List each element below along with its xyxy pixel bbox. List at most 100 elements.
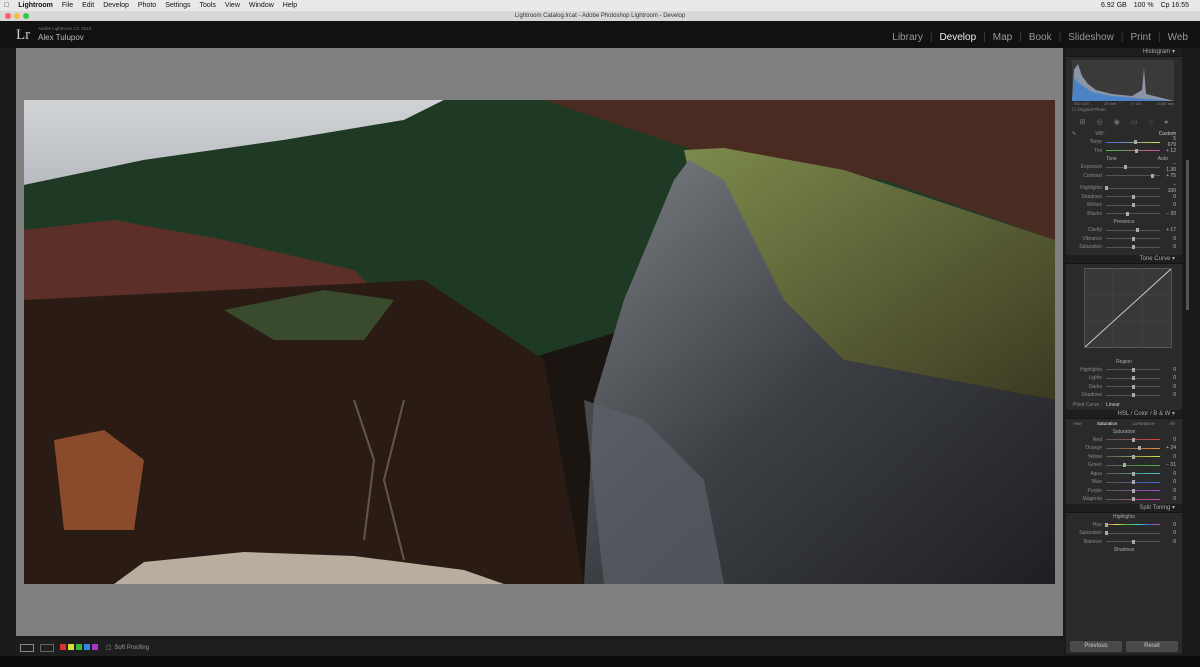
minimize-window-button[interactable] xyxy=(14,13,20,19)
hsl-header[interactable]: HSL / Color / B & W ▾ xyxy=(1066,409,1182,419)
red-eye-icon[interactable]: ◉ xyxy=(1114,118,1120,126)
highlights-slider[interactable]: Highlights − 100 xyxy=(1066,182,1182,194)
menu-view[interactable]: View xyxy=(225,2,240,9)
hsl-handle[interactable] xyxy=(1131,497,1135,502)
hsl-row-value[interactable]: 0 xyxy=(1164,471,1176,477)
hsl-magenta-slider[interactable]: Magenta 0 xyxy=(1066,495,1182,504)
hsl-handle[interactable] xyxy=(1137,446,1141,451)
temp-slider[interactable]: Temp 5 679 xyxy=(1066,136,1182,148)
module-book[interactable]: Book xyxy=(1019,32,1052,43)
battery-status[interactable]: 100 % xyxy=(1134,2,1154,9)
contrast-handle[interactable] xyxy=(1151,173,1155,178)
split-balance-slider[interactable]: Balance 0 xyxy=(1066,538,1182,547)
tone-curve-graph[interactable] xyxy=(1084,267,1172,348)
saturation-handle[interactable] xyxy=(1131,245,1135,250)
hsl-handle[interactable] xyxy=(1123,463,1127,468)
previous-button[interactable]: Previous xyxy=(1070,641,1122,652)
color-label-swatch[interactable] xyxy=(68,644,74,650)
histogram-graph[interactable] xyxy=(1072,60,1174,101)
crop-tool-icon[interactable]: ⊞ xyxy=(1080,118,1086,126)
menu-help[interactable]: Help xyxy=(283,2,297,9)
hsl-row-value[interactable]: 0 xyxy=(1164,437,1176,443)
curve-darks-handle[interactable] xyxy=(1131,384,1135,389)
split-saturation-slider[interactable]: Saturation 0 xyxy=(1066,529,1182,538)
loupe-view-icon[interactable] xyxy=(20,644,34,652)
curve-lights-handle[interactable] xyxy=(1131,376,1135,381)
spot-removal-icon[interactable]: ◎ xyxy=(1097,118,1103,126)
original-photo-checkbox[interactable]: ☐ Original Photo xyxy=(1066,107,1182,115)
menu-develop[interactable]: Develop xyxy=(103,2,129,9)
temp-handle[interactable] xyxy=(1134,140,1138,145)
tab-luminance[interactable]: Luminance xyxy=(1132,419,1154,428)
apple-icon[interactable]:  xyxy=(4,2,9,9)
curve-shadows-slider[interactable]: Shadows 0 xyxy=(1066,391,1182,400)
graduated-filter-icon[interactable]: ▭ xyxy=(1131,118,1138,126)
curve-highlights-slider[interactable]: Highlights 0 xyxy=(1066,366,1182,375)
tab-all[interactable]: All xyxy=(1169,419,1174,428)
module-map[interactable]: Map xyxy=(983,32,1012,43)
whites-handle[interactable] xyxy=(1131,203,1135,208)
hsl-yellow-slider[interactable]: Yellow 0 xyxy=(1066,453,1182,462)
reset-button[interactable]: Reset xyxy=(1126,641,1178,652)
curve-lights-value[interactable]: 0 xyxy=(1164,375,1176,381)
menu-file[interactable]: File xyxy=(62,2,73,9)
whites-slider[interactable]: Whites 0 xyxy=(1066,201,1182,210)
hsl-handle[interactable] xyxy=(1131,488,1135,493)
hsl-aqua-slider[interactable]: Aqua 0 xyxy=(1066,470,1182,479)
menu-tools[interactable]: Tools xyxy=(199,2,215,9)
adjustment-brush-icon[interactable]: ● xyxy=(1164,119,1168,126)
split-hue-value[interactable]: 0 xyxy=(1164,522,1176,528)
tone-curve-header[interactable]: Tone Curve ▾ xyxy=(1066,254,1182,264)
contrast-slider[interactable]: Contrast + 75 xyxy=(1066,172,1182,181)
blacks-slider[interactable]: Blacks − 20 xyxy=(1066,210,1182,219)
point-curve-select[interactable]: Linear xyxy=(1106,402,1120,408)
hsl-red-slider[interactable]: Red 0 xyxy=(1066,436,1182,445)
right-panel-scrollbar[interactable] xyxy=(1186,160,1189,310)
module-print[interactable]: Print xyxy=(1121,32,1151,43)
clarity-value[interactable]: + 17 xyxy=(1164,227,1176,233)
hsl-orange-slider[interactable]: Orange + 24 xyxy=(1066,444,1182,453)
hsl-row-value[interactable]: 0 xyxy=(1164,488,1176,494)
photo-preview[interactable] xyxy=(24,100,1055,584)
module-develop[interactable]: Develop xyxy=(930,32,976,43)
menu-window[interactable]: Window xyxy=(249,2,274,9)
menu-edit[interactable]: Edit xyxy=(82,2,94,9)
module-web[interactable]: Web xyxy=(1158,32,1188,43)
zoom-window-button[interactable] xyxy=(23,13,29,19)
curve-darks-value[interactable]: 0 xyxy=(1164,384,1176,390)
highlights-handle[interactable] xyxy=(1104,186,1108,191)
curve-highlights-handle[interactable] xyxy=(1131,367,1135,372)
radial-filter-icon[interactable]: ○ xyxy=(1149,119,1153,126)
histogram-header[interactable]: Histogram ▾ xyxy=(1066,48,1182,57)
module-slideshow[interactable]: Slideshow xyxy=(1059,32,1114,43)
curve-darks-slider[interactable]: Darks 0 xyxy=(1066,383,1182,392)
shadows-value[interactable]: 0 xyxy=(1164,194,1176,200)
app-menu[interactable]: Lightroom xyxy=(18,2,53,9)
split-saturation-value[interactable]: 0 xyxy=(1164,530,1176,536)
menu-settings[interactable]: Settings xyxy=(165,2,190,9)
filmstrip-collapsed[interactable] xyxy=(0,656,1200,667)
temp-value[interactable]: 5 679 xyxy=(1164,136,1176,148)
menu-photo[interactable]: Photo xyxy=(138,2,156,9)
clarity-handle[interactable] xyxy=(1135,228,1139,233)
tab-hue[interactable]: Hue xyxy=(1074,419,1082,428)
curve-highlights-value[interactable]: 0 xyxy=(1164,367,1176,373)
shadows-handle[interactable] xyxy=(1131,194,1135,199)
blacks-handle[interactable] xyxy=(1126,211,1130,216)
vibrance-value[interactable]: 0 xyxy=(1164,236,1176,242)
clock[interactable]: Ср 16:55 xyxy=(1161,2,1189,9)
split-saturation-handle[interactable] xyxy=(1104,531,1108,536)
before-after-icon[interactable] xyxy=(40,644,54,652)
hsl-handle[interactable] xyxy=(1131,471,1135,476)
saturation-slider[interactable]: Saturation 0 xyxy=(1066,243,1182,252)
vibrance-slider[interactable]: Vibrance 0 xyxy=(1066,235,1182,244)
tint-value[interactable]: + 12 xyxy=(1164,148,1176,154)
hsl-row-value[interactable]: − 31 xyxy=(1164,462,1176,468)
shadows-slider[interactable]: Shadows 0 xyxy=(1066,193,1182,202)
exposure-value[interactable]: − 1.30 xyxy=(1164,161,1176,173)
hsl-purple-slider[interactable]: Purple 0 xyxy=(1066,487,1182,496)
highlights-value[interactable]: − 100 xyxy=(1164,182,1176,194)
hsl-handle[interactable] xyxy=(1131,480,1135,485)
tab-saturation[interactable]: Saturation xyxy=(1097,419,1118,428)
memory-status[interactable]: 6.92 GB xyxy=(1101,2,1127,9)
